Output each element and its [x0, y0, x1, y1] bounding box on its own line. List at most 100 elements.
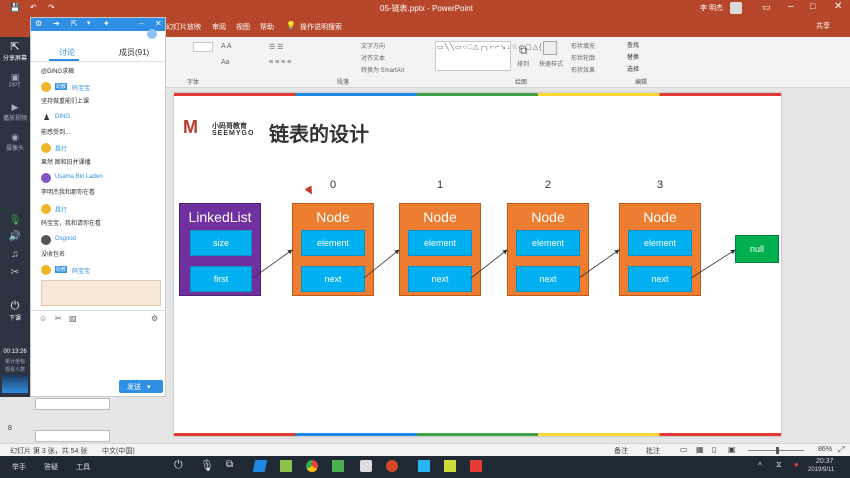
dropdown-icon[interactable]: ▾ — [87, 19, 91, 27]
chat-user-name[interactable]: Usama Bin Laden — [55, 174, 103, 180]
reading-view-icon[interactable]: ▯ — [712, 445, 716, 454]
quick-styles-icon[interactable] — [543, 41, 557, 55]
avatar[interactable] — [730, 2, 742, 14]
chat-user-name[interactable]: 昌行 — [55, 144, 67, 153]
node-element-field[interactable]: element — [301, 230, 365, 256]
pin-icon[interactable]: ✦ — [103, 19, 110, 28]
sorter-view-icon[interactable]: ▦ — [696, 445, 704, 454]
node-next-field[interactable]: next — [516, 266, 580, 292]
maximize-icon[interactable]: □ — [810, 1, 815, 11]
taskview-icon[interactable]: ⧉ — [226, 459, 233, 470]
scissors-icon[interactable]: ✂ — [55, 314, 62, 323]
convert-smartart[interactable]: 转换为 SmartArt — [361, 65, 404, 74]
app-icon[interactable] — [252, 460, 268, 472]
tray-icon[interactable]: ⧖ — [776, 460, 782, 470]
minimize-icon[interactable]: – — [788, 1, 794, 12]
text-direction[interactable]: 文字方向 — [361, 41, 385, 50]
close-icon[interactable]: ✕ — [155, 19, 162, 28]
chrome-icon[interactable] — [306, 460, 318, 472]
microphone-icon[interactable]: 🎙 — [0, 215, 30, 226]
select-button[interactable]: 选择 — [627, 64, 639, 73]
tray-app-icon[interactable]: ● — [794, 460, 799, 469]
chat-user-name[interactable]: Osgood — [55, 236, 76, 242]
camera-button[interactable]: ◉ 摄像头 — [0, 132, 30, 152]
powerpoint-icon[interactable] — [386, 460, 398, 472]
quick-styles-button[interactable]: 快速样式 — [539, 59, 563, 68]
save-icon[interactable]: 💾 — [10, 3, 20, 12]
tools-button[interactable]: 工具 — [76, 462, 90, 472]
app-icon[interactable] — [332, 460, 344, 472]
chat-user-name[interactable]: 码宝宝 — [72, 83, 90, 92]
linkedlist-first-field[interactable]: first — [190, 266, 252, 292]
node-box-1[interactable]: Node element next — [399, 203, 481, 296]
tab-help[interactable]: 帮助 — [260, 22, 274, 32]
arrange-button[interactable]: 排列 — [517, 59, 529, 68]
send-button[interactable]: 发送 ▾ — [119, 380, 163, 393]
linkedlist-box[interactable]: LinkedList size first — [179, 203, 261, 296]
tab-slideshow[interactable]: 幻灯片放映 — [166, 22, 201, 32]
normal-view-icon[interactable]: ▭ — [680, 445, 688, 454]
node-box-3[interactable]: Node element next — [619, 203, 701, 296]
node-element-field[interactable]: element — [628, 230, 692, 256]
node-element-field[interactable]: element — [516, 230, 580, 256]
node-next-field[interactable]: next — [628, 266, 692, 292]
fit-slide-icon[interactable]: ⤢ — [838, 445, 844, 455]
power-icon[interactable]: ⏻ — [174, 459, 183, 472]
replace-button[interactable]: 替换 — [627, 52, 639, 61]
shape-effects[interactable]: 形状效果 — [571, 65, 595, 74]
align-icon[interactable]: ≡ ≡ ≡ ≡ — [269, 59, 291, 66]
minimize-icon[interactable]: – — [139, 19, 143, 28]
notes-button[interactable]: 备注 — [614, 446, 628, 456]
slideshow-icon[interactable]: ▣ — [728, 445, 736, 454]
shape-outline[interactable]: 形状轮廓 — [571, 53, 595, 62]
app-icon[interactable] — [360, 460, 372, 472]
null-box[interactable]: null — [735, 235, 779, 263]
chevron-up-icon[interactable]: ^ — [758, 461, 762, 470]
shape-fill[interactable]: 形状填充 — [571, 41, 595, 50]
align-text[interactable]: 对齐文本 — [361, 53, 385, 62]
font-size-select[interactable] — [193, 42, 213, 52]
find-button[interactable]: 查找 — [627, 40, 639, 49]
mic-icon[interactable]: 🎙 — [200, 459, 214, 472]
clock-time[interactable]: 20:37 — [816, 458, 834, 465]
node-box-2[interactable]: Node element next — [507, 203, 589, 296]
image-icon[interactable]: ▨ — [69, 314, 77, 323]
slide-canvas[interactable]: M 小码哥教育 SEEMYGO 链表的设计 0 1 2 3 LinkedList… — [174, 93, 781, 436]
app-icon[interactable] — [280, 460, 292, 472]
font-color-icon[interactable]: Aa — [221, 59, 230, 66]
linkedlist-size-field[interactable]: size — [190, 230, 252, 256]
redo-icon[interactable]: ↷ — [48, 3, 55, 12]
node-next-field[interactable]: next — [408, 266, 472, 292]
export-icon[interactable]: ⇱ — [71, 19, 78, 28]
arrange-icon[interactable]: ⧉ — [519, 43, 528, 58]
app-icon[interactable] — [470, 460, 482, 472]
node-box-0[interactable]: Node element next — [292, 203, 374, 296]
chevron-down-icon[interactable]: ▾ — [147, 384, 151, 391]
font-grow-icon[interactable]: A A — [221, 43, 232, 50]
node-next-field[interactable]: next — [301, 266, 365, 292]
app-icon[interactable] — [418, 460, 430, 472]
user-name[interactable]: 李 明杰 — [700, 3, 723, 13]
app-icon[interactable] — [444, 460, 456, 472]
bullets-icon[interactable]: ☰ ☰ — [269, 43, 284, 51]
slide-title[interactable]: 链表的设计 — [269, 118, 369, 147]
tools-icon[interactable]: ✂ — [0, 267, 30, 278]
undo-icon[interactable]: ↶ — [30, 3, 37, 12]
play-video-button[interactable]: ▶ 播放视频 — [0, 102, 30, 122]
comments-button[interactable]: 批注 — [646, 446, 660, 456]
tab-discussion[interactable]: 讨论 — [59, 47, 75, 58]
chat-user-name[interactable]: 码宝宝 — [72, 266, 90, 275]
gear-icon[interactable]: ⚙ — [151, 314, 158, 323]
share-screen-button[interactable]: ⇱ 分享屏幕 — [0, 40, 30, 62]
end-class-button[interactable]: ⏻ 下课 — [0, 300, 30, 322]
arrow-icon[interactable]: ➔ — [53, 19, 60, 28]
chat-user-name[interactable]: 昌行 — [55, 205, 67, 214]
ppt-button[interactable]: ▣ PPT — [0, 72, 30, 89]
music-icon[interactable]: ♫ — [0, 249, 30, 260]
tab-members[interactable]: 成员(91) — [119, 47, 149, 58]
zoom-level[interactable]: 86% — [818, 446, 832, 453]
ribbon-display-icon[interactable]: ▭ — [762, 2, 771, 13]
emoji-icon[interactable]: ☺ — [39, 314, 47, 323]
node-element-field[interactable]: element — [408, 230, 472, 256]
zoom-thumb[interactable] — [776, 447, 779, 454]
